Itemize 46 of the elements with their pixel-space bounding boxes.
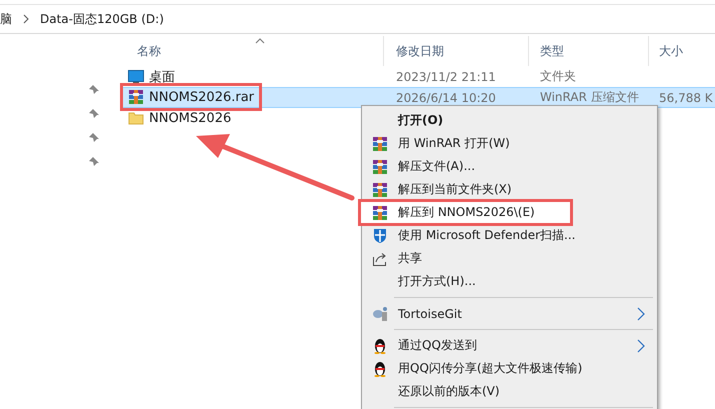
archive-icon: [372, 182, 388, 198]
folder-icon: [128, 110, 144, 126]
penguin-icon: [372, 360, 388, 376]
archive-icon: [372, 204, 388, 220]
menu-item[interactable]: 解压到 NNOMS2026\(E): [360, 201, 571, 224]
column-header[interactable]: 类型: [540, 42, 564, 60]
column-header[interactable]: 大小: [659, 42, 683, 60]
file-size: 56,788 K: [659, 90, 713, 104]
menu-item[interactable]: 解压文件(A)...: [364, 155, 655, 178]
menu-item[interactable]: 通过QQ发送到: [364, 334, 655, 357]
file-name: NNOMS2026.rar: [149, 90, 254, 104]
menu-item[interactable]: 解压到当前文件夹(X): [364, 178, 655, 201]
file-date: 2026/6/14 10:20: [396, 90, 496, 104]
tortoise-icon: [372, 306, 388, 322]
menu-item[interactable]: 打开方式(H)...: [364, 270, 655, 293]
menu-item[interactable]: 共享: [364, 247, 655, 270]
archive-icon: [128, 89, 144, 105]
chevron-icon: [22, 14, 30, 24]
penguin-icon: [372, 338, 388, 354]
pin-icon[interactable]: [88, 108, 100, 120]
sort-caret-icon: [254, 38, 264, 44]
archive-icon: [372, 158, 388, 174]
file-date: 2023/11/2 21:11: [396, 70, 496, 84]
pin-icon[interactable]: [88, 84, 100, 96]
archive-icon: [372, 136, 388, 152]
breadcrumb[interactable]: 脑: [0, 10, 12, 28]
file-type: 文件夹: [540, 69, 576, 83]
menu-item[interactable]: 使用 Microsoft Defender扫描...: [364, 224, 655, 247]
menu-item[interactable]: 用QQ闪传分享(超大文件极速传输): [364, 357, 655, 380]
shield-icon: [372, 228, 388, 244]
address-bar[interactable]: 脑 Data-固态120GB (D:): [0, 4, 715, 34]
desktop-icon: [128, 68, 144, 84]
pin-icon[interactable]: [88, 132, 100, 144]
column-header[interactable]: 名称: [137, 42, 161, 60]
pin-icon[interactable]: [88, 156, 100, 168]
file-name: 桌面: [149, 68, 175, 86]
column-header[interactable]: 修改日期: [396, 42, 444, 60]
menu-item[interactable]: 还原以前的版本(V): [364, 380, 655, 403]
file-row[interactable]: 桌面 2023/11/2 21:11 文件夹: [120, 66, 715, 87]
menu-item[interactable]: TortoiseGit: [364, 302, 655, 325]
file-name: NNOMS2026: [149, 110, 232, 126]
file-type: WinRAR 压缩文件: [540, 90, 639, 104]
breadcrumb[interactable]: Data-固态120GB (D:): [40, 10, 164, 28]
menu-item[interactable]: 打开(O): [364, 109, 655, 132]
menu-item[interactable]: 用 WinRAR 打开(W): [364, 132, 655, 155]
share-icon: [372, 250, 388, 266]
